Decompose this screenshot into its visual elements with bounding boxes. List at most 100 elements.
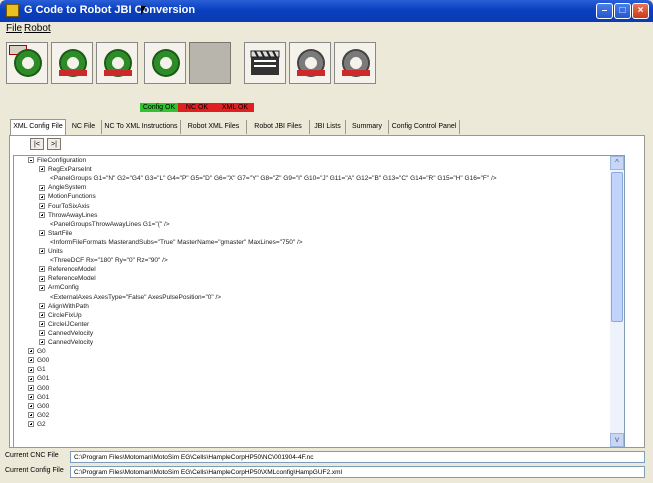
gear-green-button-2[interactable]: [51, 42, 93, 84]
tab-config-control-panel[interactable]: Config Control Panel: [389, 120, 460, 134]
tree-node[interactable]: AlignWithPath: [39, 302, 89, 311]
gear-gray-button-2[interactable]: [334, 42, 376, 84]
tree-node[interactable]: G02: [28, 411, 49, 420]
gear-gray-button-1[interactable]: [289, 42, 331, 84]
expand-icon[interactable]: [39, 166, 45, 173]
tree-node[interactable]: G2: [28, 420, 46, 429]
tree-node[interactable]: ReferenceModel: [39, 265, 96, 274]
tab-robot-jbi-files[interactable]: Robot JBI Files: [247, 120, 310, 134]
tab-jbi-lists[interactable]: JBI Lists: [310, 120, 346, 134]
tab-nc-file[interactable]: NC File: [66, 120, 102, 134]
close-button[interactable]: ×: [632, 3, 649, 19]
tab-xml-config-file[interactable]: XML Config File: [10, 119, 66, 136]
tree-node-label: <PanelGroupsThrowAwayLines G1="(" />: [50, 220, 170, 228]
expand-icon[interactable]: [39, 275, 45, 282]
expand-icon[interactable]: [39, 339, 45, 346]
tree-leaf-node[interactable]: <ExternalAxes AxesType="False" AxesPulse…: [50, 293, 221, 302]
tree-node[interactable]: ThrowAwayLines: [39, 211, 97, 220]
tree-node-label: CannedVelocity: [48, 329, 94, 337]
expand-icon[interactable]: [39, 211, 45, 218]
tree-node[interactable]: CannedVelocity: [39, 329, 93, 338]
tree-node[interactable]: Units: [39, 247, 63, 256]
title-bar[interactable]: G Code to Robot JBI Conversion – □ ×: [0, 0, 653, 22]
expand-icon[interactable]: [28, 421, 34, 428]
tree-node-label: G01: [37, 375, 50, 383]
expand-icon[interactable]: [39, 193, 45, 200]
expand-icon[interactable]: [39, 321, 45, 328]
tree-node[interactable]: G0: [28, 347, 46, 356]
tree-node[interactable]: G00: [28, 356, 49, 365]
tree-node-label: <PanelGroups G1="N" G2="G4" G3="L" G4="P…: [50, 175, 497, 183]
xml-tree-view[interactable]: FileConfiguration RegExParseInt <PanelGrou…: [13, 155, 625, 448]
expand-icon[interactable]: [28, 366, 34, 373]
tree-leaf-node[interactable]: <PanelGroups G1="N" G2="G4" G3="L" G4="P…: [50, 174, 497, 183]
collapse-icon[interactable]: [28, 157, 34, 164]
scroll-down-button[interactable]: v: [610, 433, 624, 447]
tree-node[interactable]: ReferenceModel: [39, 274, 96, 283]
tree-node[interactable]: G01: [28, 374, 49, 383]
expand-icon[interactable]: [39, 284, 45, 291]
tree-node[interactable]: StartFile: [39, 229, 72, 238]
expand-icon[interactable]: [28, 357, 34, 364]
minimize-button[interactable]: –: [596, 3, 613, 19]
tree-leaf-node[interactable]: <ThreeDCF Rx="180" Ry="0" Rz="90" />: [50, 256, 168, 265]
expand-icon[interactable]: [39, 311, 45, 318]
config-file-path[interactable]: C:\Program Files\Motoman\MotoSim EG\Cell…: [70, 466, 645, 478]
tab-nc-to-xml-instructions[interactable]: NC To XML Instructions: [102, 120, 181, 134]
expand-icon[interactable]: [39, 202, 45, 209]
expand-icon[interactable]: [28, 412, 34, 419]
tree-leaf-node[interactable]: <PanelGroupsThrowAwayLines G1="(" />: [50, 220, 170, 229]
expand-icon[interactable]: [28, 375, 34, 382]
tree-node[interactable]: RegExParseInt: [39, 165, 92, 174]
tree-node[interactable]: G00: [28, 384, 49, 393]
tree-node-label: StartFile: [48, 229, 73, 237]
tree-node[interactable]: CircleFixUp: [39, 311, 82, 320]
tree-node-label: FileConfiguration: [37, 157, 87, 164]
tree-node[interactable]: CannedVelocity: [39, 338, 93, 347]
gear-green-button-4[interactable]: [144, 42, 186, 84]
expand-icon[interactable]: [39, 266, 45, 273]
expand-icon[interactable]: [39, 248, 45, 255]
tree-node[interactable]: FourToSixAxis: [39, 202, 90, 211]
tree-node-label: <InformFileFormats MasterandSubs="True" …: [50, 238, 303, 246]
prev-button[interactable]: |<: [30, 138, 44, 150]
tree-node[interactable]: G00: [28, 402, 49, 411]
expand-icon[interactable]: [39, 184, 45, 191]
tree-node[interactable]: MotionFunctions: [39, 192, 96, 201]
tree-node-label: ReferenceModel: [48, 266, 96, 274]
clapper-button[interactable]: [244, 42, 286, 84]
app-icon[interactable]: [6, 4, 19, 17]
scroll-thumb[interactable]: [611, 172, 623, 322]
expand-icon[interactable]: [39, 302, 45, 309]
tree-node[interactable]: CircleIJCenter: [39, 320, 89, 329]
tree-node[interactable]: FileConfiguration: [28, 156, 86, 165]
tree-node-label: G2: [37, 420, 46, 428]
tab-robot-xml-files[interactable]: Robot XML Files: [181, 120, 247, 134]
menu-file[interactable]: File: [6, 23, 22, 34]
expand-icon[interactable]: [28, 393, 34, 400]
tree-node[interactable]: AngleSystem: [39, 183, 86, 192]
tab-summary[interactable]: Summary: [346, 120, 389, 134]
gear-icon: [14, 49, 42, 77]
menu-robot[interactable]: Robot: [24, 23, 51, 34]
tree-leaf-node[interactable]: <InformFileFormats MasterandSubs="True" …: [50, 238, 303, 247]
gear-green-button-1[interactable]: [6, 42, 48, 84]
tree-node-label: ArmConfig: [48, 284, 79, 292]
clapperboard-icon: [250, 50, 280, 75]
expand-icon[interactable]: [28, 402, 34, 409]
vertical-scrollbar[interactable]: ^ v: [610, 156, 624, 447]
expand-icon[interactable]: [39, 330, 45, 337]
next-button[interactable]: >|: [47, 138, 61, 150]
expand-icon[interactable]: [28, 384, 34, 391]
tree-node[interactable]: ArmConfig: [39, 283, 79, 292]
tree-node[interactable]: G01: [28, 393, 49, 402]
cnc-file-path[interactable]: C:\Program Files\Motoman\MotoSim EG\Cell…: [70, 451, 645, 463]
gear-green-button-3[interactable]: [96, 42, 138, 84]
tree-node-label: AlignWithPath: [48, 302, 89, 310]
tree-node-label: <ThreeDCF Rx="180" Ry="0" Rz="90" />: [50, 257, 168, 265]
scroll-up-button[interactable]: ^: [610, 156, 624, 170]
expand-icon[interactable]: [28, 348, 34, 355]
maximize-button[interactable]: □: [614, 3, 631, 19]
expand-icon[interactable]: [39, 230, 45, 237]
tree-node[interactable]: G1: [28, 365, 46, 374]
